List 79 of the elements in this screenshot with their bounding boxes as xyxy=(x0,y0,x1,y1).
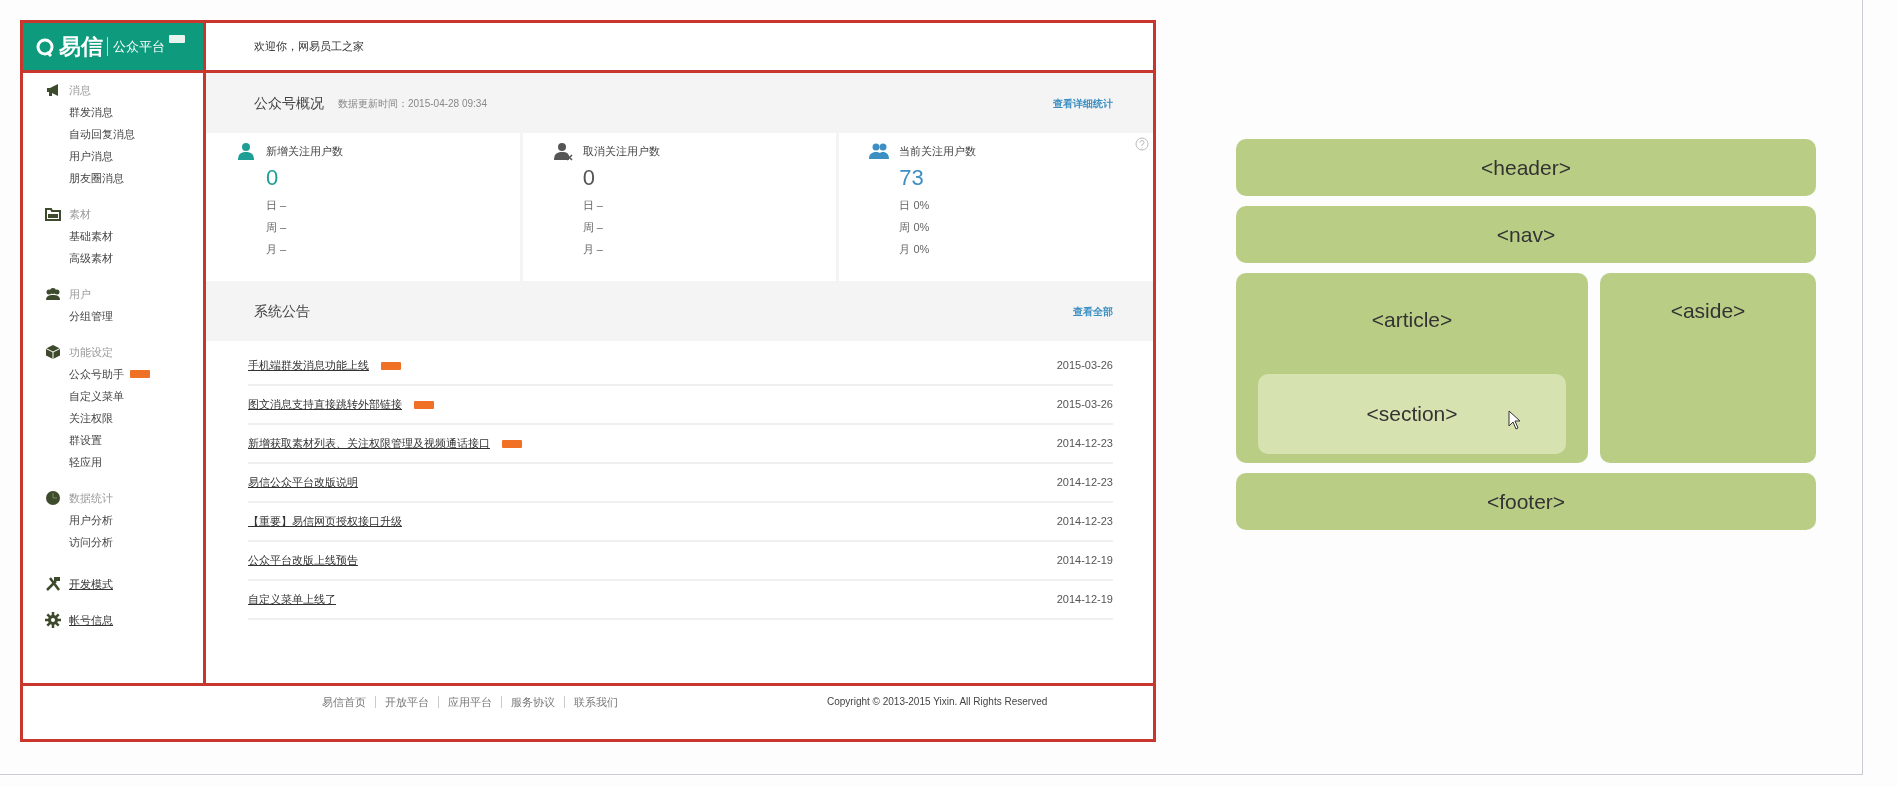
pie-chart-icon xyxy=(45,490,61,506)
block-label: <nav> xyxy=(1496,221,1556,248)
announcement-date: 2014-12-23 xyxy=(1056,475,1113,491)
sidebar-item[interactable]: 关注权限 xyxy=(69,409,113,427)
sidebar-item[interactable]: 高级素材 xyxy=(69,249,113,267)
logo-subtitle: 公众平台 xyxy=(107,36,165,57)
section-title: 公众号概况 xyxy=(254,93,324,113)
sidebar-item[interactable]: 基础素材 xyxy=(69,227,113,245)
beta-badge-icon xyxy=(169,35,185,43)
sidebar-item[interactable]: 自定义菜单 xyxy=(69,387,124,405)
sidebar-item[interactable]: 访问分析 xyxy=(69,533,113,551)
sidebar-item[interactable]: 朋友圈消息 xyxy=(69,169,124,187)
sidebar-item[interactable]: 群发消息 xyxy=(69,103,113,121)
folder-icon xyxy=(45,206,61,222)
sidebar-heading: 用户 xyxy=(69,286,91,302)
stat-detail: 月 – xyxy=(582,242,604,258)
footer-link[interactable]: 联系我们 xyxy=(565,696,627,708)
block-label: <aside> xyxy=(1670,298,1746,324)
sidebar-item[interactable]: 自动回复消息 xyxy=(69,125,135,143)
settings-icon xyxy=(45,612,61,628)
sidebar-heading: 功能设定 xyxy=(69,344,113,360)
tools-icon xyxy=(45,576,61,592)
cube-icon xyxy=(45,344,61,360)
sidebar-item[interactable]: 公众号助手 xyxy=(69,365,124,383)
stat-value: 0 xyxy=(582,165,596,192)
copyright-text: Copyright © 2013-2015 Yixin. All Rights Reserved xyxy=(827,696,1048,709)
sidebar-item[interactable]: 分组管理 xyxy=(69,307,113,325)
stat-label: 新增关注用户数 xyxy=(266,143,343,159)
block-label: <footer> xyxy=(1486,488,1566,515)
sidebar-item[interactable]: 开发模式 xyxy=(69,575,113,593)
sidebar-heading: 消息 xyxy=(69,82,91,98)
users-icon xyxy=(45,286,61,302)
help-icon xyxy=(1135,137,1149,151)
announcement-date: 2014-12-19 xyxy=(1056,553,1113,569)
announcement-link[interactable]: 新增获取素材列表、关注权限管理及视频通话接口 xyxy=(248,435,490,452)
footer-link[interactable]: 服务协议 xyxy=(502,696,565,708)
announcement-date: 2014-12-23 xyxy=(1056,514,1113,530)
sidebar-item[interactable]: 轻应用 xyxy=(69,453,102,471)
stat-value: 73 xyxy=(899,165,925,192)
block-label: <article> xyxy=(1371,307,1453,334)
stat-detail: 月 0% xyxy=(899,242,931,258)
announcement-link[interactable]: 自定义菜单上线了 xyxy=(248,591,336,608)
stat-detail: 周 – xyxy=(582,220,604,236)
cursor-icon xyxy=(1508,409,1522,430)
announcement-link[interactable]: 【重要】易信网页授权接口升级 xyxy=(248,513,402,530)
footer-link[interactable]: 应用平台 xyxy=(439,696,502,708)
stat-label: 当前关注用户数 xyxy=(899,143,977,159)
announcement-date: 2014-12-19 xyxy=(1056,592,1113,608)
sidebar-heading: 素材 xyxy=(69,206,91,222)
stat-detail: 周 – xyxy=(266,220,288,236)
footer-link[interactable]: 开放平台 xyxy=(376,696,439,708)
stat-detail: 月 – xyxy=(266,242,288,258)
sidebar-item[interactable]: 帐号信息 xyxy=(69,611,113,629)
announcement-link[interactable]: 手机端群发消息功能上线 xyxy=(248,357,369,374)
announcement-date: 2014-12-23 xyxy=(1056,436,1113,452)
stat-detail: 周 0% xyxy=(899,220,931,236)
block-label: <section> xyxy=(1366,401,1458,427)
sidebar-heading: 数据统计 xyxy=(69,490,113,506)
megaphone-icon xyxy=(45,82,61,98)
update-time: 数据更新时间：2015-04-28 09:34 xyxy=(338,96,487,111)
block-label: <header> xyxy=(1481,154,1571,181)
section-title: 系统公告 xyxy=(254,301,310,321)
sidebar-item[interactable]: 用户消息 xyxy=(69,147,113,165)
logo-text: 易信 xyxy=(59,33,103,61)
announcement-link[interactable]: 易信公众平台改版说明 xyxy=(248,474,358,491)
sidebar-item[interactable]: 用户分析 xyxy=(69,511,113,529)
stat-label: 取消关注用户数 xyxy=(582,143,660,159)
announcement-link[interactable]: 公众平台改版上线预告 xyxy=(248,552,358,569)
welcome-text: 欢迎你，网易员工之家 xyxy=(253,39,364,55)
stat-detail: 日 0% xyxy=(899,198,931,214)
announcement-date: 2015-03-26 xyxy=(1056,358,1113,374)
footer-link[interactable]: 易信首页 xyxy=(313,696,376,708)
logo-icon xyxy=(35,36,55,57)
sidebar-item[interactable]: 群设置 xyxy=(69,431,102,449)
stat-detail: 日 – xyxy=(582,198,604,214)
stat-value: 0 xyxy=(266,165,280,192)
announcement-date: 2015-03-26 xyxy=(1056,397,1113,413)
stat-detail: 日 – xyxy=(266,198,288,214)
announcement-link[interactable]: 图文消息支持直接跳转外部链接 xyxy=(248,396,402,413)
